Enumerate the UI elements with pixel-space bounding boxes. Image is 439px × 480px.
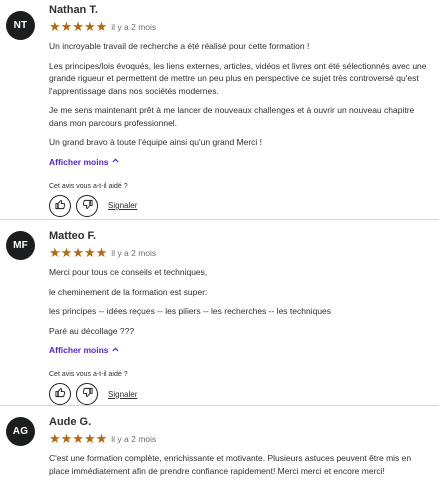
- thumbs-down-icon: [82, 385, 93, 403]
- rating-row: ★★★★★ il y a 2 mois: [49, 246, 431, 259]
- review-actions: Signaler: [49, 194, 431, 217]
- show-less-label: Afficher moins: [49, 345, 109, 355]
- review-card: AG Aude G. ★★★★★ il y a 2 mois C'est une…: [0, 405, 439, 480]
- avatar: NT: [6, 11, 35, 40]
- report-link[interactable]: Signaler: [108, 390, 137, 399]
- review-text: Un incroyable travail de recherche a été…: [49, 41, 310, 51]
- rating-row: ★★★★★ il y a 2 mois: [49, 20, 431, 33]
- review-time: il y a 2 mois: [111, 247, 157, 258]
- avatar: MF: [6, 231, 35, 260]
- review-time: il y a 2 mois: [111, 433, 157, 444]
- show-less-label: Afficher moins: [49, 156, 109, 167]
- review-text: Je me sens maintenant prêt à me lancer d…: [49, 105, 415, 128]
- report-link[interactable]: Signaler: [108, 201, 137, 210]
- review-text: les principes -- idées reçues -- les pil…: [49, 306, 332, 316]
- thumbs-up-button[interactable]: [49, 194, 71, 217]
- review-card: MF Matteo F. ★★★★★ il y a 2 mois Merci p…: [0, 219, 439, 405]
- review-content: Nathan T. ★★★★★ il y a 2 mois Un incroya…: [49, 3, 431, 217]
- thumbs-up-icon: [54, 197, 66, 215]
- rating-row: ★★★★★ il y a 2 mois: [49, 432, 431, 445]
- helpful-prompt: Cet avis vous a-t-il aidé ?: [49, 182, 128, 190]
- star-rating: ★★★★★: [49, 245, 108, 260]
- thumbs-down-button[interactable]: [76, 383, 98, 405]
- thumbs-up-button[interactable]: [49, 383, 71, 405]
- review-content: Matteo F. ★★★★★ il y a 2 mois Merci pour…: [49, 229, 431, 405]
- thumbs-down-icon: [82, 197, 93, 215]
- reviewer-name: Matteo F.: [49, 230, 97, 242]
- thumbs-down-button[interactable]: [76, 194, 98, 217]
- helpful-prompt: Cet avis vous a-t-il aidé ?: [49, 371, 128, 378]
- show-less-button[interactable]: Afficher moins: [49, 345, 119, 355]
- reviewer-name: Nathan T.: [49, 4, 98, 16]
- review-text: Merci pour tous ce conseils et technique…: [49, 267, 208, 277]
- star-rating: ★★★★★: [49, 431, 108, 446]
- show-less-button[interactable]: Afficher moins: [49, 157, 119, 167]
- review-text: C'est une formation complète, enrichissa…: [49, 453, 412, 476]
- review-card: NT Nathan T. ★★★★★ il y a 2 mois Un incr…: [0, 0, 439, 219]
- thumbs-up-icon: [54, 385, 66, 403]
- review-time: il y a 2 mois: [111, 21, 157, 32]
- review-text: Paré au décollage ???: [49, 325, 135, 336]
- review-text: Un grand bravo à toute l'équipe ainsi qu…: [49, 137, 263, 147]
- review-text: Les principes/lois évoqués, les liens ex…: [49, 60, 427, 96]
- avatar: AG: [6, 417, 35, 446]
- review-actions: Signaler: [49, 383, 431, 405]
- review-text: le cheminement de la formation est super…: [49, 286, 208, 297]
- star-rating: ★★★★★: [49, 19, 108, 34]
- reviewer-name: Aude G.: [49, 416, 92, 428]
- chevron-up-icon: [111, 346, 119, 354]
- chevron-up-icon: [111, 158, 119, 165]
- review-content: Aude G. ★★★★★ il y a 2 mois C'est une fo…: [49, 415, 431, 477]
